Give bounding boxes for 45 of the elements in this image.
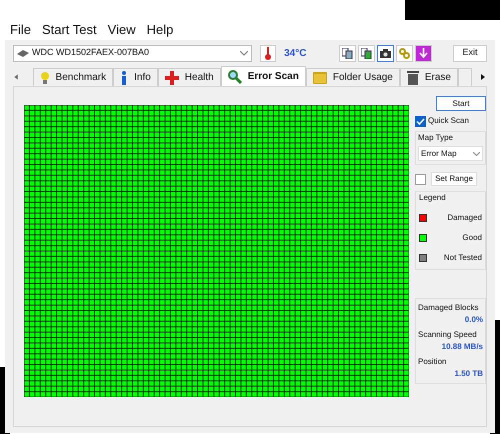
set-range-button[interactable]: Set Range [431, 172, 477, 186]
legend-label: Not Tested [444, 252, 482, 264]
checkbox[interactable] [415, 174, 426, 184]
exit-button[interactable]: Exit [453, 44, 488, 62]
menu-item[interactable]: View [108, 20, 136, 40]
stat-value: 0.0% [464, 314, 483, 326]
info-icon [120, 70, 128, 84]
copy-icon[interactable] [339, 44, 356, 62]
temperature: 34°C [284, 46, 308, 60]
trash-icon [406, 70, 419, 84]
tab[interactable]: Benchmark [32, 68, 114, 86]
tab[interactable]: Info [113, 68, 158, 86]
checkbox-label: Quick Scan [428, 115, 469, 127]
legend-label: Good [462, 232, 482, 244]
drive-dropdown[interactable]: WDC WD1502FAEX-007BA0 [13, 44, 252, 62]
tab[interactable]: Erase [400, 68, 458, 86]
stat-value: 1.50 TB [454, 368, 483, 380]
menu-item[interactable]: Start Test [42, 20, 97, 40]
chevron-icon [240, 50, 248, 56]
start-button[interactable]: Start [436, 96, 486, 111]
magnifier-icon [228, 70, 242, 84]
download-icon[interactable] [415, 44, 432, 62]
map-type-dropdown[interactable]: Error Map [418, 146, 483, 161]
folder-icon [312, 71, 327, 84]
copy-icon[interactable] [358, 44, 376, 62]
stat-label: Damaged Blocks [418, 302, 480, 314]
group-title: Legend [419, 192, 447, 204]
group-title: Map Type [418, 132, 454, 144]
stat-value: 10.88 MB/s [442, 341, 483, 353]
menu-item[interactable]: Help [146, 20, 174, 40]
tab[interactable]: Health [158, 68, 221, 86]
drive-name: WDC WD1502FAEX-007BA0 [32, 46, 150, 60]
checkbox[interactable] [415, 116, 426, 126]
lightbulb-icon [40, 70, 50, 84]
plus-icon [164, 70, 179, 84]
chevron-icon [473, 152, 480, 156]
legend-label: Damaged [447, 212, 482, 224]
stat-label: Scanning Speed [418, 329, 478, 341]
drive-icon [17, 50, 29, 56]
stat-label: Position [418, 356, 448, 368]
menu-item[interactable]: File [10, 20, 31, 40]
camera-icon[interactable] [377, 44, 394, 62]
tab[interactable]: Error Scan [220, 66, 306, 86]
thermometer-icon [260, 44, 276, 62]
tab[interactable]: Folder Usage [306, 68, 400, 86]
